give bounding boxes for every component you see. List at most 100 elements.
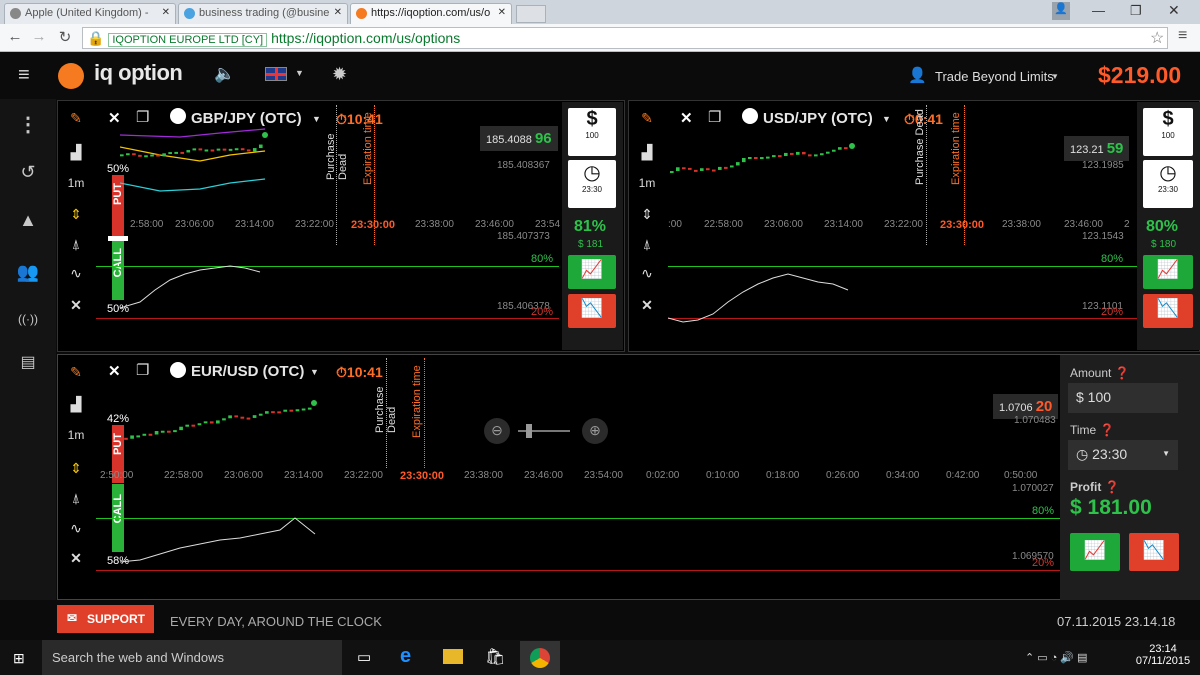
- file-explorer-icon[interactable]: [443, 649, 463, 664]
- user-icon[interactable]: 👤: [1052, 2, 1070, 20]
- close-panel-icon[interactable]: ✕: [108, 109, 121, 127]
- chevron-down-icon[interactable]: ▼: [295, 68, 304, 78]
- pencil-icon[interactable]: ✎: [628, 110, 666, 127]
- timeframe-label[interactable]: 1m: [57, 176, 95, 190]
- browser-tab[interactable]: business trading (@busine ✕: [178, 3, 348, 24]
- put-button[interactable]: 📉: [1129, 533, 1179, 571]
- help-icon[interactable]: ❓: [1115, 366, 1130, 380]
- history-icon[interactable]: ↺: [0, 162, 56, 183]
- chart-icon[interactable]: ▲: [0, 210, 56, 231]
- restore-button[interactable]: ❐: [1130, 3, 1142, 19]
- timeframe-label[interactable]: 1m: [57, 428, 95, 442]
- arrows-updown-icon[interactable]: ⇕: [57, 460, 95, 477]
- duplicate-icon[interactable]: ❐: [708, 108, 721, 126]
- zoom-in-icon[interactable]: ⊕: [582, 418, 608, 444]
- expiry-axis-tick: 23:30:00: [940, 219, 985, 231]
- chevron-down-icon[interactable]: ▼: [882, 114, 891, 124]
- sentiment-chart: [120, 265, 261, 309]
- asset-pair-label[interactable]: USD/JPY (OTC): [763, 110, 873, 127]
- windows-start-icon[interactable]: ⊞: [13, 650, 25, 667]
- call-button[interactable]: 📈: [1070, 533, 1120, 571]
- twitter-icon: [184, 8, 195, 19]
- browser-tab-active[interactable]: https://iqoption.com/us/o ✕: [350, 3, 512, 24]
- call-button[interactable]: 📈: [568, 255, 616, 289]
- taskbar-search-input[interactable]: Search the web and Windows: [42, 640, 342, 675]
- username-label[interactable]: Trade Beyond Limits: [935, 69, 1054, 84]
- chart-type-icon[interactable]: ▟: [57, 144, 95, 161]
- more-options-icon[interactable]: ⋮: [0, 112, 56, 137]
- support-button[interactable]: ✉ SUPPORT: [57, 605, 154, 633]
- close-panel-icon[interactable]: ✕: [680, 109, 693, 127]
- signal-icon[interactable]: ((·)): [0, 312, 56, 326]
- time-select[interactable]: ◷ 23:30 ▼: [1068, 440, 1178, 470]
- url-input[interactable]: 🔒 IQOPTION EUROPE LTD [CY] https://iqopti…: [82, 27, 1168, 49]
- uk-flag-icon[interactable]: [265, 67, 287, 81]
- amount-button[interactable]: $100: [568, 108, 616, 156]
- chart-type-icon[interactable]: ▟: [57, 396, 95, 413]
- amount-input[interactable]: $ 100: [1068, 383, 1178, 413]
- candle: [700, 168, 704, 171]
- edge-browser-icon[interactable]: e: [400, 645, 411, 668]
- close-icon[interactable]: ✕: [57, 550, 95, 567]
- browser-tab[interactable]: Apple (United Kingdom) - ✕: [4, 3, 176, 24]
- indicator-icon[interactable]: ⍋: [57, 490, 95, 507]
- close-panel-icon[interactable]: ✕: [108, 362, 121, 380]
- put-button[interactable]: 📉: [1143, 294, 1193, 328]
- asset-pair-label[interactable]: EUR/USD (OTC): [191, 363, 304, 380]
- new-tab-button[interactable]: [516, 5, 546, 23]
- user-avatar-icon[interactable]: 👤: [908, 66, 927, 84]
- zoom-out-icon[interactable]: ⊖: [484, 418, 510, 444]
- indicator-icon[interactable]: ⍋: [57, 236, 95, 253]
- bookmark-star-icon[interactable]: ☆: [1150, 28, 1164, 48]
- close-icon[interactable]: ✕: [498, 7, 506, 18]
- arrows-updown-icon[interactable]: ⇕: [57, 206, 95, 223]
- wave-icon[interactable]: ∿: [628, 265, 666, 282]
- pencil-icon[interactable]: ✎: [57, 110, 95, 127]
- chevron-down-icon[interactable]: ▼: [310, 367, 319, 377]
- sound-icon[interactable]: 🔈: [214, 64, 235, 84]
- reload-icon[interactable]: ↻: [56, 28, 74, 46]
- close-icon[interactable]: ✕: [57, 297, 95, 314]
- arrows-updown-icon[interactable]: ⇕: [628, 206, 666, 223]
- candle: [295, 409, 300, 412]
- minimize-button[interactable]: —: [1092, 3, 1105, 18]
- duplicate-icon[interactable]: ❐: [136, 108, 149, 126]
- help-icon[interactable]: ❓: [1100, 423, 1115, 437]
- tray-icons[interactable]: ⌃ ▭ ◔ 🔊 ▤: [1025, 651, 1088, 664]
- call-button[interactable]: 📈: [1143, 255, 1193, 289]
- account-balance[interactable]: $219.00: [1098, 62, 1181, 89]
- put-button[interactable]: 📉: [568, 294, 616, 328]
- wave-icon[interactable]: ∿: [57, 520, 95, 537]
- chevron-down-icon[interactable]: ▼: [1051, 72, 1059, 81]
- axis-tick: 23:06:00: [224, 470, 263, 481]
- duplicate-icon[interactable]: ❐: [136, 361, 149, 379]
- candle: [736, 162, 740, 166]
- pencil-icon[interactable]: ✎: [57, 364, 95, 381]
- taskbar-clock[interactable]: 23:14 07/11/2015: [1133, 643, 1193, 667]
- settings-icon[interactable]: ✹: [332, 64, 347, 85]
- time-button[interactable]: ◷ 23:30: [568, 160, 616, 208]
- close-icon[interactable]: ✕: [334, 7, 342, 18]
- close-icon[interactable]: ✕: [162, 7, 170, 18]
- chevron-down-icon[interactable]: ▼: [312, 114, 321, 124]
- task-view-icon[interactable]: ▭: [357, 648, 371, 666]
- amount-button[interactable]: $100: [1143, 108, 1193, 156]
- hamburger-menu-icon[interactable]: ≡: [18, 64, 30, 87]
- forward-icon[interactable]: →: [30, 28, 48, 45]
- candlestick-chart-eurusd: [118, 400, 317, 440]
- menu-icon[interactable]: ≡: [1178, 27, 1187, 45]
- indicator-icon[interactable]: ⍋: [628, 236, 666, 253]
- help-icon[interactable]: ❓: [1105, 480, 1120, 494]
- store-icon[interactable]: 🛍: [485, 647, 505, 667]
- chrome-taskbar-item[interactable]: [520, 641, 560, 675]
- close-icon[interactable]: ✕: [628, 297, 666, 314]
- timeframe-label[interactable]: 1m: [628, 176, 666, 190]
- wave-icon[interactable]: ∿: [57, 265, 95, 282]
- layout-icon[interactable]: ▤: [0, 352, 56, 372]
- zoom-slider-handle[interactable]: [526, 424, 532, 438]
- chart-type-icon[interactable]: ▟: [628, 144, 666, 161]
- users-icon[interactable]: 👥: [0, 262, 56, 283]
- back-icon[interactable]: ←: [6, 28, 24, 45]
- close-window-button[interactable]: ✕: [1168, 2, 1180, 19]
- time-button[interactable]: ◷ 23:30: [1143, 160, 1193, 208]
